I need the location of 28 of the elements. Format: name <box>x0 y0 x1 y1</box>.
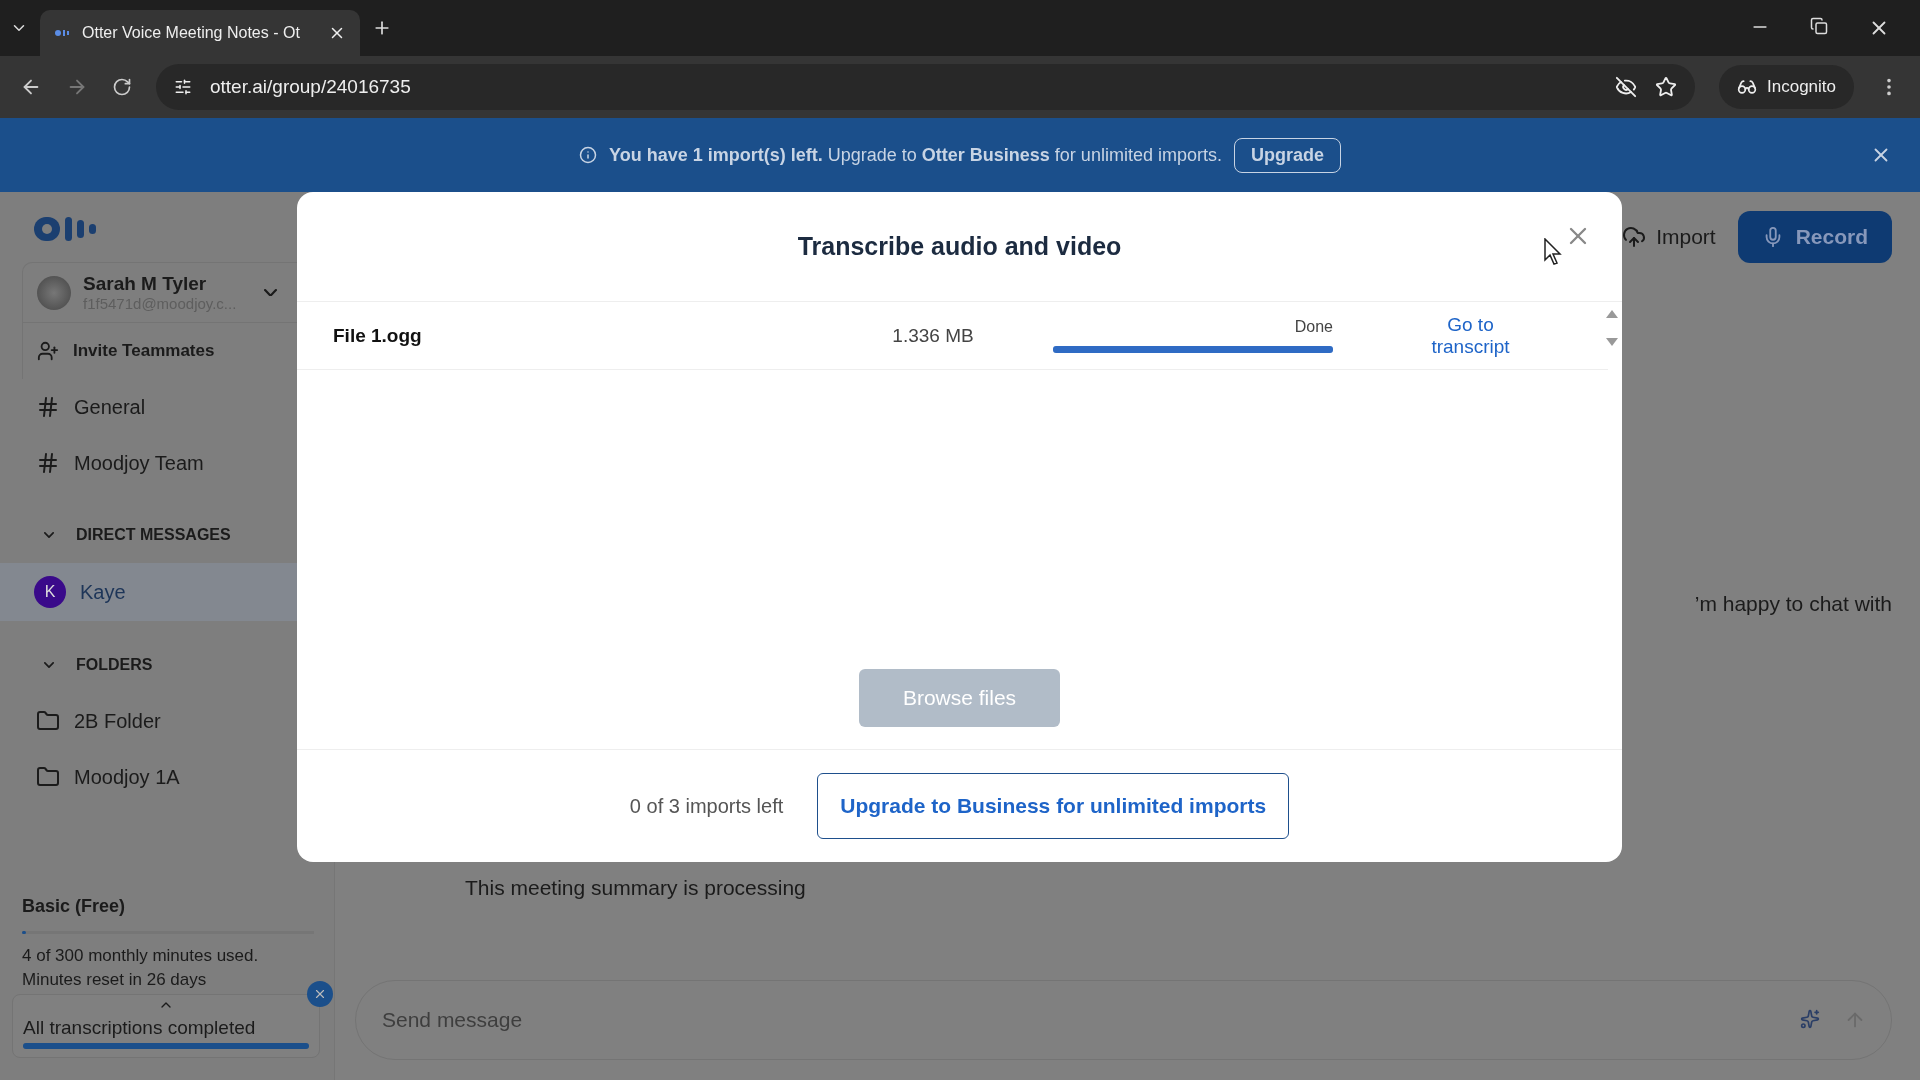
invite-teammates[interactable]: Invite Teammates <box>23 323 333 379</box>
imports-left-text: 0 of 3 imports left <box>629 794 784 818</box>
channel-item[interactable]: Moodjoy Team <box>0 435 334 491</box>
incognito-badge[interactable]: Incognito <box>1719 65 1854 109</box>
toast-text: All transcriptions completed <box>23 1017 256 1039</box>
dialog-title: Transcribe audio and video <box>797 232 1122 261</box>
status-text: Done <box>1294 318 1333 336</box>
plan-name: Basic (Free) <box>22 896 127 917</box>
channel-item[interactable]: General <box>0 379 334 435</box>
file-name: File 1.ogg <box>333 324 423 347</box>
message-field[interactable]: Send message <box>355 980 1892 1060</box>
file-size: 1.336 MB <box>892 324 974 347</box>
section-header[interactable]: DIRECT MESSAGES <box>0 507 334 563</box>
upgrade-button[interactable]: Upgrade <box>1233 137 1341 173</box>
record-button[interactable]: Record <box>1737 211 1892 263</box>
tab-title: Otter Voice Meeting Notes - Ot <box>82 24 301 42</box>
import-button[interactable]: Import <box>1616 224 1722 250</box>
banner-text: You have 1 import(s) left. Upgrade to Otter Business for unlimited imports. <box>609 144 1222 166</box>
folder-item[interactable]: Moodjoy 1A <box>0 749 334 805</box>
message-text: ’m happy to chat with <box>1694 592 1892 616</box>
folder-item[interactable]: 2B Folder <box>0 693 334 749</box>
usage-text: 4 of 300 monthly minutes used. <box>22 946 260 966</box>
browser-tab[interactable]: Otter Voice Meeting Notes - Ot <box>40 10 360 56</box>
processing-text: This meeting summary is processing <box>465 876 807 900</box>
reset-text: Minutes reset in 26 days <box>22 970 208 990</box>
upgrade-button[interactable]: Upgrade to Business for unlimited imports <box>817 773 1290 839</box>
transcript-link[interactable]: Go to transcript <box>1410 313 1531 358</box>
section-header[interactable]: FOLDERS <box>0 637 334 693</box>
